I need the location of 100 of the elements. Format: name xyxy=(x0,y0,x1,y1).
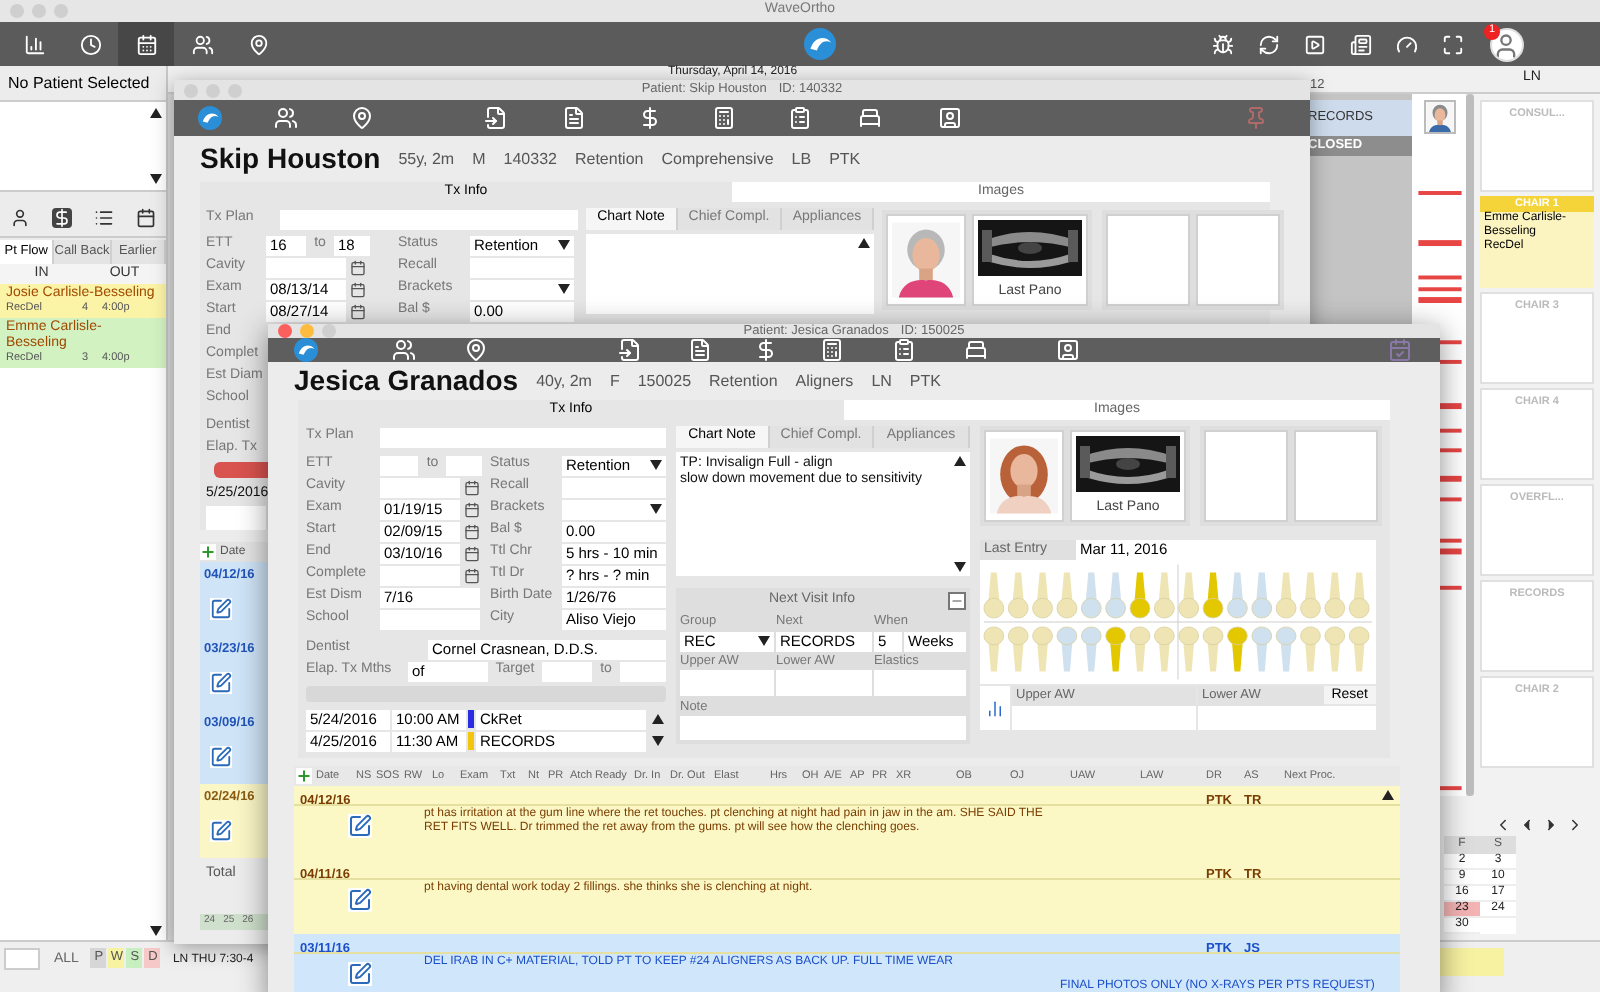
input-field[interactable] xyxy=(620,661,666,681)
image-tile[interactable] xyxy=(984,430,1064,522)
image-tile[interactable] xyxy=(886,214,966,306)
calendar-icon[interactable] xyxy=(135,207,156,227)
calendar-icon[interactable] xyxy=(464,567,480,583)
note-icon[interactable] xyxy=(347,814,371,838)
document-icon[interactable] xyxy=(562,106,586,130)
input-field[interactable] xyxy=(380,609,480,629)
calendar-icon[interactable] xyxy=(464,545,480,561)
scroll-up-icon[interactable] xyxy=(858,238,870,248)
fullscreen-icon[interactable] xyxy=(1442,33,1464,55)
add-icon[interactable] xyxy=(296,768,312,784)
input-field[interactable] xyxy=(542,661,592,681)
calendar-check-icon[interactable] xyxy=(1388,338,1412,362)
logo-icon[interactable] xyxy=(804,28,836,60)
user-card-icon[interactable] xyxy=(938,106,962,130)
input-field[interactable] xyxy=(680,670,774,696)
gauge-icon[interactable] xyxy=(1396,33,1418,55)
input-field[interactable] xyxy=(776,670,872,696)
chart-note-field[interactable] xyxy=(586,234,874,314)
input-field[interactable] xyxy=(680,716,966,740)
dollar-icon[interactable] xyxy=(638,106,662,130)
user-card-icon[interactable] xyxy=(1056,338,1080,362)
refresh-icon[interactable] xyxy=(1258,33,1280,55)
calendar-icon[interactable] xyxy=(464,479,480,495)
calendar-icon[interactable] xyxy=(350,259,366,275)
input-field[interactable] xyxy=(1012,705,1196,730)
map-pin-icon[interactable] xyxy=(464,338,488,362)
users-icon[interactable] xyxy=(191,33,213,55)
note-icon[interactable] xyxy=(210,671,232,694)
document-icon[interactable] xyxy=(688,338,712,362)
empty-image-tile[interactable] xyxy=(1196,214,1280,306)
note-icon[interactable] xyxy=(210,819,232,842)
calendar-icon[interactable] xyxy=(464,501,480,517)
caret-icon[interactable] xyxy=(558,284,570,294)
users-icon[interactable] xyxy=(274,106,298,130)
file-input-icon[interactable] xyxy=(618,338,642,362)
input-field[interactable] xyxy=(206,506,266,530)
nav-button[interactable] xyxy=(118,22,174,66)
users-icon[interactable] xyxy=(392,338,416,362)
calendar-icon[interactable] xyxy=(464,523,480,539)
input-field[interactable] xyxy=(470,257,574,277)
map-pin-icon[interactable] xyxy=(247,33,269,55)
scroll-up-icon[interactable] xyxy=(1382,790,1394,800)
dropdown[interactable] xyxy=(470,279,574,299)
input-field[interactable] xyxy=(379,455,419,475)
calculator-icon[interactable] xyxy=(820,338,844,362)
clipboard-icon[interactable] xyxy=(788,106,812,130)
empty-image-tile[interactable] xyxy=(1294,430,1378,522)
input-field[interactable] xyxy=(380,427,666,447)
scroll-up-icon[interactable] xyxy=(651,714,663,724)
input-field[interactable] xyxy=(380,565,460,585)
collapse-icon[interactable] xyxy=(948,591,966,609)
person-icon[interactable] xyxy=(10,207,31,227)
bed-icon[interactable] xyxy=(858,106,882,130)
add-icon[interactable] xyxy=(200,544,216,560)
input-field[interactable] xyxy=(280,209,578,229)
logo-icon[interactable] xyxy=(294,338,318,362)
play-icon[interactable] xyxy=(1304,33,1326,55)
dropdown[interactable] xyxy=(562,499,666,519)
search-field[interactable] xyxy=(4,948,40,970)
scroll-up-icon[interactable] xyxy=(150,108,162,118)
scroll-down-icon[interactable] xyxy=(150,926,162,936)
empty-image-tile[interactable] xyxy=(1106,214,1190,306)
bug-icon[interactable] xyxy=(1212,33,1234,55)
file-input-icon[interactable] xyxy=(484,106,508,130)
input-field[interactable] xyxy=(1198,705,1376,730)
newspaper-icon[interactable] xyxy=(1350,33,1372,55)
note-icon[interactable] xyxy=(210,597,232,620)
map-pin-icon[interactable] xyxy=(350,106,374,130)
empty-image-tile[interactable] xyxy=(1204,430,1288,522)
caret-icon[interactable] xyxy=(650,504,662,514)
note-icon[interactable] xyxy=(347,888,371,912)
account-avatar[interactable] xyxy=(1489,27,1523,61)
logo-icon[interactable] xyxy=(198,106,222,130)
scrollbar[interactable] xyxy=(1466,94,1474,796)
clipboard-icon[interactable] xyxy=(892,338,916,362)
scroll-down-icon[interactable] xyxy=(150,174,162,184)
scroll-up-icon[interactable] xyxy=(954,456,966,466)
caret-icon[interactable] xyxy=(650,460,662,470)
note-icon[interactable] xyxy=(210,745,232,768)
scroll-down-icon[interactable] xyxy=(954,562,966,572)
calendar-icon[interactable] xyxy=(350,281,366,297)
input-field[interactable] xyxy=(266,257,346,277)
clock-icon[interactable] xyxy=(79,33,101,55)
calendar-icon[interactable] xyxy=(350,303,366,319)
input-field[interactable] xyxy=(446,455,482,475)
input-field[interactable] xyxy=(562,477,666,497)
bar-chart-icon[interactable] xyxy=(23,33,45,55)
caret-icon[interactable] xyxy=(558,240,570,250)
scroll-down-icon[interactable] xyxy=(651,736,663,746)
bed-icon[interactable] xyxy=(964,338,988,362)
input-field[interactable] xyxy=(874,670,966,696)
calculator-icon[interactable] xyxy=(712,106,736,130)
input-field[interactable] xyxy=(380,477,460,497)
dollar-icon[interactable] xyxy=(52,207,73,227)
chart-icon[interactable] xyxy=(986,699,1004,717)
caret-icon[interactable] xyxy=(758,636,770,646)
note-icon[interactable] xyxy=(347,962,371,986)
dollar-icon[interactable] xyxy=(754,338,778,362)
